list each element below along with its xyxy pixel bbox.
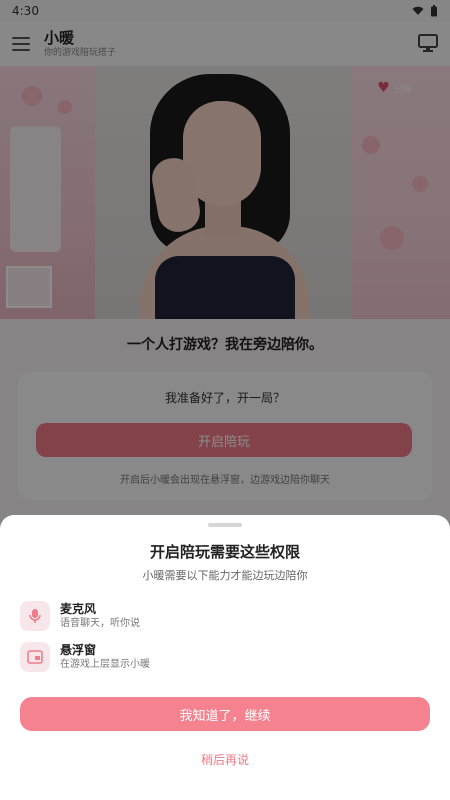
sheet-subtitle: 小暖需要以下能力才能边玩边陪你 — [142, 569, 308, 582]
permission-microphone: 麦克风 语音聊天，听你说 — [20, 601, 140, 631]
later-button[interactable]: 稍后再说 — [0, 751, 450, 768]
permission-text: 麦克风 语音聊天，听你说 — [60, 601, 140, 631]
permission-title: 悬浮窗 — [60, 643, 97, 657]
permission-desc: 在游戏上层显示小暖 — [60, 659, 150, 670]
permission-title: 麦克风 — [60, 602, 97, 616]
permission-floating-window: 悬浮窗 在游戏上层显示小暖 — [20, 642, 150, 672]
continue-button[interactable]: 我知道了，继续 — [20, 697, 430, 731]
permission-sheet: 开启陪玩需要这些权限 小暖需要以下能力才能边玩边陪你 麦克风 语音聊天，听你说 … — [0, 515, 450, 800]
drag-handle[interactable] — [208, 523, 242, 527]
floating-window-icon — [20, 642, 50, 672]
sheet-title: 开启陪玩需要这些权限 — [149, 543, 300, 561]
permission-text: 悬浮窗 在游戏上层显示小暖 — [60, 642, 150, 672]
permission-desc: 语音聊天，听你说 — [60, 618, 140, 629]
microphone-icon — [20, 601, 50, 631]
